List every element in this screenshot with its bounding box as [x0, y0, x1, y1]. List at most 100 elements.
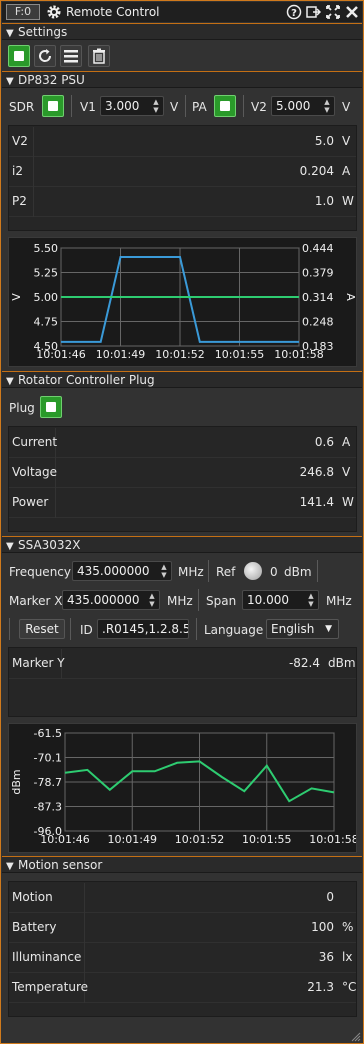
- id-label: ID: [80, 623, 93, 637]
- row-name: Motion: [12, 890, 53, 904]
- settings-section-header[interactable]: ▼ Settings: [2, 23, 362, 40]
- clear-button[interactable]: [88, 45, 110, 67]
- plug-label: Plug: [9, 401, 35, 415]
- x-tick-label: 10:01:46: [36, 348, 85, 361]
- title-bar: F:0 Remote Control ?: [2, 2, 362, 22]
- spin-arrows-icon[interactable]: ▲ ▼: [321, 98, 333, 114]
- motion-section-header[interactable]: ▼ Motion sensor: [2, 856, 362, 873]
- sdr-label: SDR: [9, 100, 35, 114]
- feature-index-badge[interactable]: F:0: [6, 4, 40, 20]
- row-unit: A: [342, 164, 351, 178]
- reset-button[interactable]: Reset: [19, 619, 65, 639]
- psu-chart: 5.50 5.25 5.00 4.75 4.50 0.444 0.379 0.314 0.248…: [8, 237, 357, 367]
- ssa-section-header[interactable]: ▼ SSA3032X: [2, 536, 362, 553]
- separator: [317, 560, 318, 582]
- psu-chart-svg: 5.505.255.004.754.500.4440.3790.3140.248…: [10, 242, 357, 361]
- x-tick-label: 10:01:52: [155, 348, 204, 361]
- table-row: Illuminance 36 lx: [9, 943, 356, 973]
- reload-icon: [39, 49, 52, 62]
- motion-values-table: Motion 0 Battery 100% Illuminance 36 lx Temp…: [8, 881, 357, 1017]
- y2-tick-label: 0.444: [302, 242, 334, 255]
- spin-arrows-icon[interactable]: ▲ ▼: [146, 592, 158, 608]
- markerx-unit: MHz: [167, 594, 193, 608]
- maximize-icon[interactable]: [325, 4, 341, 20]
- device-list-button[interactable]: [60, 45, 82, 67]
- collapse-triangle-icon: ▼: [6, 76, 14, 87]
- reload-button[interactable]: [34, 45, 56, 67]
- y-tick-label: -70.1: [34, 752, 62, 765]
- list-icon: [64, 50, 78, 63]
- frequency-spinbox[interactable]: 435.000000 ▲ ▼: [72, 561, 172, 581]
- row-unit: lx: [342, 950, 353, 964]
- rotator-section-header[interactable]: ▼ Rotator Controller Plug: [2, 371, 362, 388]
- y-tick-label: 5.25: [34, 267, 59, 280]
- row-name: V2: [12, 134, 28, 148]
- pa-toggle-button[interactable]: [214, 95, 236, 117]
- row-unit: A: [342, 435, 351, 449]
- table-row: Voltage 246.8 V: [9, 458, 356, 488]
- row-value: 141.4: [299, 495, 334, 509]
- spectrum-chart-svg: -61.5-70.1-78.7-87.3-96.010:01:46 10:01:4…: [10, 727, 359, 846]
- separator: [196, 618, 197, 640]
- v1-value: 3.000: [105, 99, 140, 113]
- markerx-spinbox[interactable]: 435.000000 ▲ ▼: [62, 590, 160, 610]
- x-tick-label: 10:01:46: [40, 833, 89, 846]
- separator: [198, 589, 199, 611]
- separator: [243, 95, 244, 117]
- table-row: V2 5.0 V: [9, 127, 356, 157]
- separator: [185, 95, 186, 117]
- spin-arrows-icon[interactable]: ▲ ▼: [150, 98, 162, 114]
- ssa-title: SSA3032X: [18, 538, 81, 552]
- table-row: Current 0.6 A: [9, 428, 356, 458]
- pa-label: PA: [192, 100, 207, 114]
- y-tick-label: -78.7: [34, 776, 62, 789]
- row-unit: V: [342, 465, 351, 479]
- start-button[interactable]: [8, 45, 30, 67]
- plug-toggle-button[interactable]: [40, 396, 62, 418]
- x-tick-label: 10:01:55: [242, 833, 291, 846]
- v2-spinbox[interactable]: 5.000 ▲ ▼: [271, 96, 335, 116]
- row-value: -82.4: [288, 656, 320, 670]
- row-unit: V: [342, 134, 351, 148]
- settings-title: Settings: [18, 25, 68, 39]
- row-unit: dBm: [328, 656, 356, 670]
- language-value: English: [271, 622, 315, 636]
- x-tick-label: 10:01:52: [175, 833, 224, 846]
- row-name: Current: [12, 435, 58, 449]
- v1-spinbox[interactable]: 3.000 ▲ ▼: [100, 96, 164, 116]
- id-field[interactable]: .R0145,1.2.8.5a: [97, 619, 189, 639]
- y2-tick-label: 0.248: [302, 316, 334, 329]
- table-row: Motion 0: [9, 883, 356, 913]
- y2-tick-label: 0.314: [302, 291, 334, 304]
- language-select[interactable]: English ▼: [266, 619, 339, 639]
- gear-icon[interactable]: [46, 4, 62, 20]
- window-title: Remote Control: [66, 5, 160, 19]
- table-row: P2 1.0 W: [9, 187, 356, 217]
- spin-arrows-icon[interactable]: ▲ ▼: [305, 592, 317, 608]
- row-value: 0: [326, 890, 334, 904]
- rotator-title: Rotator Controller Plug: [18, 373, 155, 387]
- sdr-toggle-button[interactable]: [42, 95, 64, 117]
- row-value: 246.8: [299, 465, 334, 479]
- x-tick-label: 10:01:58: [274, 348, 323, 361]
- table-row: Marker Y -82.4 dBm: [9, 649, 356, 679]
- row-name: Temperature: [12, 980, 89, 994]
- v1-label: V1: [80, 100, 96, 114]
- span-spinbox[interactable]: 10.000 ▲ ▼: [242, 590, 319, 610]
- move-to-workspace-icon[interactable]: [305, 4, 322, 20]
- ssa-values-table: Marker Y -82.4 dBm: [8, 647, 357, 717]
- y2-axis-label: A: [344, 293, 356, 301]
- table-row: Temperature 21.3 °C: [9, 973, 356, 1003]
- help-icon[interactable]: ?: [286, 4, 302, 20]
- x-tick-label: 10:01:58: [309, 833, 356, 846]
- v2-value: 5.000: [276, 99, 311, 113]
- close-icon[interactable]: [344, 4, 360, 20]
- v2-label: V2: [251, 100, 267, 114]
- ref-label: Ref: [216, 565, 236, 579]
- collapse-triangle-icon: ▼: [6, 861, 14, 872]
- spin-arrows-icon[interactable]: ▲ ▼: [158, 563, 170, 579]
- ref-level-dial[interactable]: [244, 562, 262, 580]
- dp832-section-header[interactable]: ▼ DP832 PSU: [2, 71, 362, 88]
- y-axis-label: dBm: [10, 769, 23, 794]
- resize-grip-icon[interactable]: [351, 1031, 361, 1042]
